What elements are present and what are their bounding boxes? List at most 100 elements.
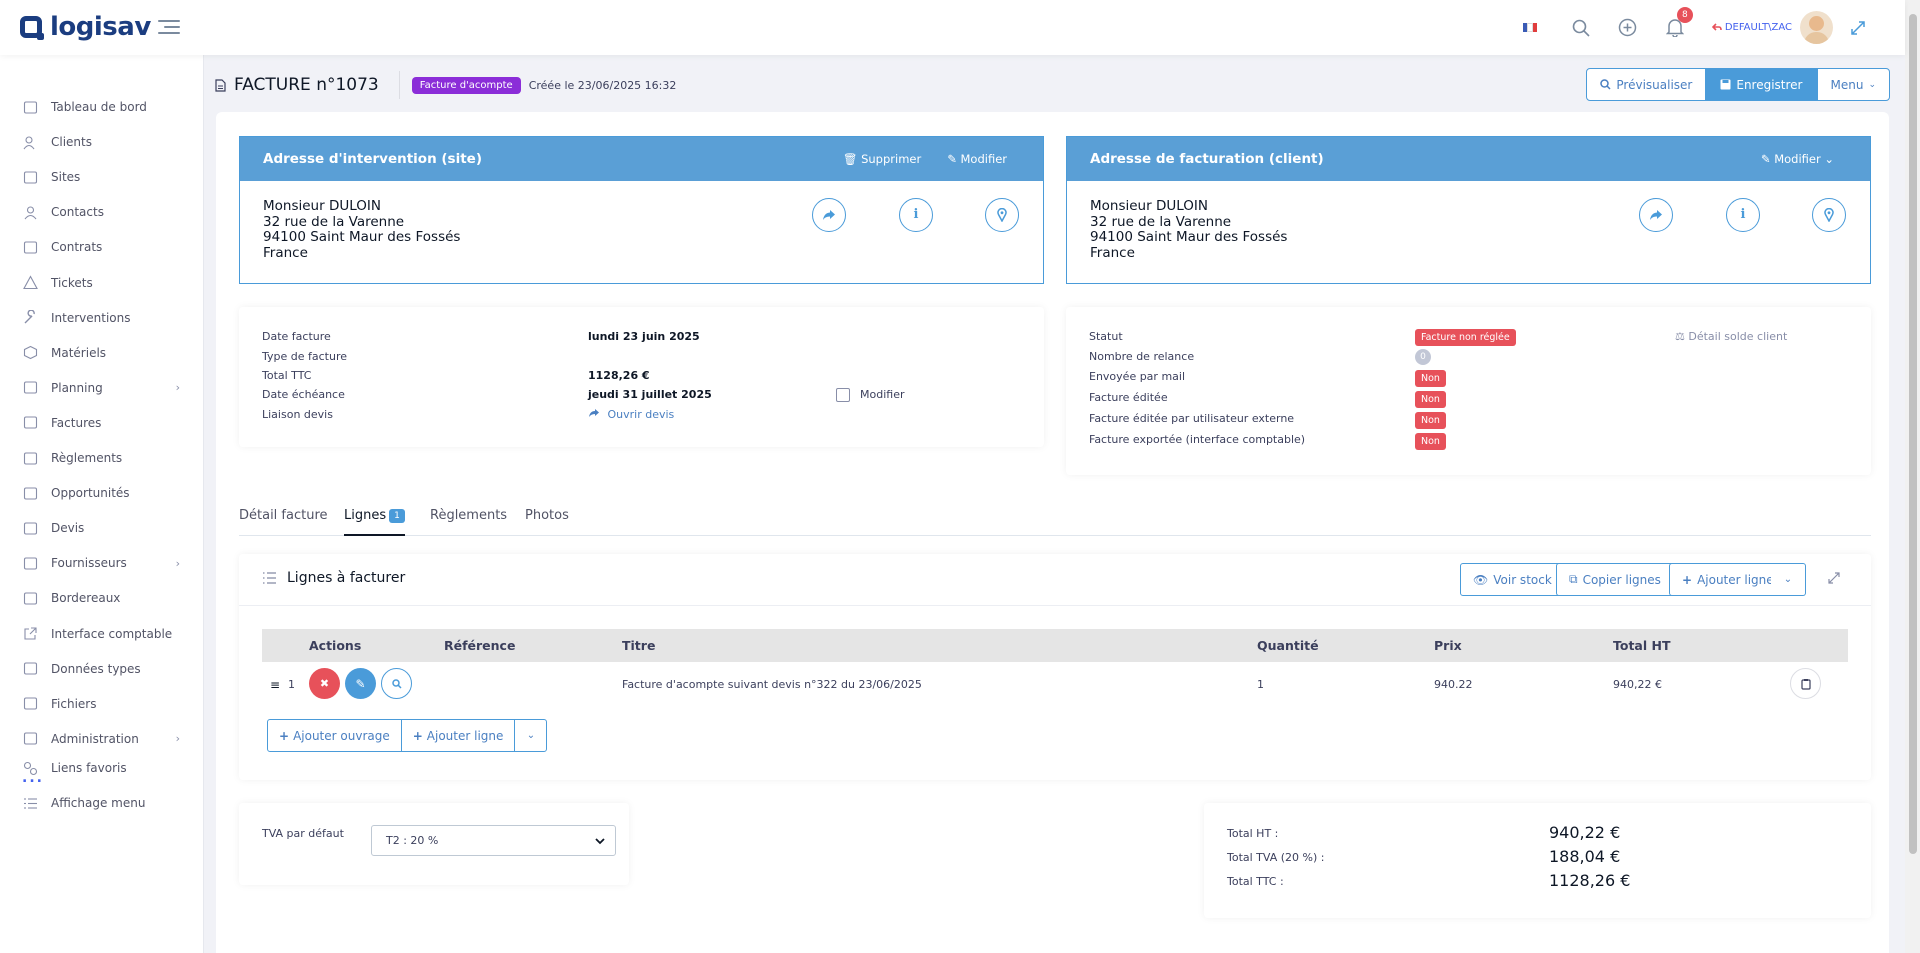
sidebar-item-administration[interactable]: Administration ›	[0, 728, 204, 750]
chevron-right-icon: ›	[175, 556, 180, 570]
sidebar-item-clients[interactable]: Clients	[0, 131, 204, 153]
sidebar-item-devis[interactable]: Devis	[0, 517, 204, 539]
sidebar-item-reglements[interactable]: Règlements	[0, 447, 204, 469]
save-button[interactable]: Enregistrer	[1706, 68, 1817, 101]
sidebar-item-label: Bordereaux	[51, 591, 121, 606]
site-address-panel: Adresse d'intervention (site) 🗑 Supprime…	[239, 136, 1044, 284]
search-icon[interactable]	[1571, 18, 1591, 38]
link-icon	[22, 760, 38, 776]
sidebar-item-factures[interactable]: Factures	[0, 412, 204, 434]
avatar[interactable]	[1800, 11, 1833, 44]
page-scrollbar[interactable]	[1905, 0, 1920, 953]
files-icon	[22, 696, 38, 712]
map-pin-icon[interactable]	[985, 198, 1019, 232]
sidebar-item-label: Règlements	[51, 451, 123, 465]
edit-billing-button[interactable]: ✎ Modifier ⌄	[1761, 152, 1834, 166]
copy-lines-button[interactable]: ⧉ Copier lignes	[1556, 563, 1674, 596]
modify-due-label: Modifier	[860, 388, 905, 401]
chevron-right-icon: ›	[175, 732, 180, 746]
sidebar-item-sites[interactable]: Sites	[0, 166, 204, 188]
modify-due-checkbox[interactable]	[836, 388, 850, 402]
sidebar-item-tickets[interactable]: Tickets	[0, 272, 204, 294]
drag-handle-icon[interactable]: ≡	[270, 678, 280, 692]
view-stock-label: Voir stock	[1493, 572, 1552, 587]
sidebar-item-planning[interactable]: Planning ›	[0, 377, 204, 399]
logo[interactable]: logisav	[20, 12, 151, 42]
opportunity-icon	[22, 485, 38, 501]
edit-site-button[interactable]: ✎ Modifier	[947, 152, 1007, 166]
clipboard-icon[interactable]	[1790, 668, 1821, 699]
quote-icon	[22, 520, 38, 536]
delete-line-button[interactable]: ✖	[309, 668, 340, 699]
floppy-icon	[1720, 79, 1731, 90]
share-icon[interactable]	[812, 198, 846, 232]
menu-dropdown-button[interactable]: Menu ⌄	[1816, 68, 1890, 101]
add-bottom-dropdown[interactable]: ⌄	[515, 720, 546, 751]
scale-icon: ⚖	[1675, 330, 1685, 343]
vat-select[interactable]: T2 : 20 %	[371, 825, 616, 856]
column-header: Quantité	[1257, 638, 1319, 653]
sidebar-item-label: Sites	[51, 170, 81, 185]
sidebar-item-fichiers[interactable]: Fichiers	[0, 693, 204, 715]
sidebar-item-label: Fichiers	[51, 696, 97, 711]
info-icon[interactable]: i	[1726, 198, 1760, 232]
sidebar-item-label: Opportunités	[51, 486, 130, 501]
date-value: lundi 23 juin 2025	[588, 330, 700, 343]
sidebar-item-label: Fournisseurs	[51, 556, 127, 571]
add-line-bottom-button[interactable]: + Ajouter ligne	[402, 720, 516, 751]
view-line-button[interactable]	[381, 668, 412, 699]
sidebar-item-tableau-de-bord[interactable]: Tableau de bord	[0, 96, 204, 118]
add-line-dropdown[interactable]: ⌄	[1771, 563, 1806, 596]
add-work-button[interactable]: + Ajouter ouvrage	[268, 720, 402, 751]
invoice-lines-card: Lignes à facturer 👁 Voir stock ⧉ Copier li…	[239, 554, 1871, 780]
edit-line-button[interactable]: ✎	[345, 668, 376, 699]
tab-lines[interactable]: Lignes 1	[344, 508, 405, 536]
sidebar-item-label: Factures	[51, 415, 102, 430]
sidebar-item-interventions[interactable]: Interventions	[0, 307, 204, 329]
reminders-label: Nombre de relance	[1089, 350, 1195, 363]
view-stock-button[interactable]: 👁 Voir stock	[1460, 563, 1565, 596]
sidebar-footer-item[interactable]: Affichage menu	[0, 792, 204, 814]
header-button-group: Prévisualiser Enregistrer Menu ⌄	[1586, 68, 1890, 101]
sidebar-footer-item[interactable]: Liens favoris	[0, 757, 204, 779]
chevron-down-icon	[595, 838, 605, 845]
client-balance-link[interactable]: ⚖ Détail solde client	[1675, 330, 1787, 343]
tab-payments[interactable]: Règlements	[430, 508, 507, 523]
total-ht-value: 940,22 €	[1549, 823, 1621, 842]
sidebar-item-donnees-types[interactable]: Données types	[0, 658, 204, 680]
scrollbar-thumb[interactable]	[1909, 14, 1917, 854]
sidebar-item-bordereaux[interactable]: Bordereaux	[0, 587, 204, 609]
sidebar-item-fournisseurs[interactable]: Fournisseurs ›	[0, 552, 204, 574]
tab-photos[interactable]: Photos	[525, 508, 569, 523]
add-line-label: Ajouter ligne	[1697, 572, 1774, 587]
tab-detail[interactable]: Détail facture	[239, 508, 328, 523]
add-line-button[interactable]: + Ajouter ligne	[1669, 563, 1787, 596]
row-title: Facture d'acompte suivant devis n°322 du…	[622, 678, 922, 691]
user-switch-button[interactable]: DEFAULT\ZAC	[1711, 22, 1792, 33]
sidebar-item-contrats[interactable]: Contrats	[0, 236, 204, 258]
open-quote-link[interactable]: Ouvrir devis	[588, 408, 674, 421]
save-label: Enregistrer	[1736, 77, 1803, 92]
french-flag-icon[interactable]	[1522, 23, 1537, 32]
add-circle-icon[interactable]	[1618, 18, 1638, 38]
preview-button[interactable]: Prévisualiser	[1586, 68, 1707, 101]
info-icon[interactable]: i	[899, 198, 933, 232]
bell-icon[interactable]: 8	[1665, 6, 1693, 38]
sidebar-item-opportunites[interactable]: Opportunités	[0, 482, 204, 504]
share-icon	[589, 409, 599, 417]
billing-address-panel: Adresse de facturation (client) ✎ Modifi…	[1066, 136, 1871, 284]
document-icon	[215, 78, 226, 92]
expand-icon[interactable]	[1828, 572, 1840, 587]
delete-site-button[interactable]: 🗑 Supprimer	[843, 152, 921, 166]
chevron-right-icon: ›	[175, 381, 180, 395]
menu-toggle-icon[interactable]	[158, 17, 182, 37]
fullscreen-icon[interactable]	[1851, 20, 1865, 35]
map-pin-icon[interactable]	[1812, 198, 1846, 232]
share-icon[interactable]	[1639, 198, 1673, 232]
date-label: Date facture	[262, 330, 331, 343]
sidebar-item-contacts[interactable]: Contacts	[0, 201, 204, 223]
sidebar-item-label: Données types	[51, 661, 141, 676]
sidebar-item-materiels[interactable]: Matériels	[0, 342, 204, 364]
notification-count-badge: 8	[1676, 6, 1693, 23]
sidebar-item-interface-comptable[interactable]: Interface comptable	[0, 623, 204, 645]
